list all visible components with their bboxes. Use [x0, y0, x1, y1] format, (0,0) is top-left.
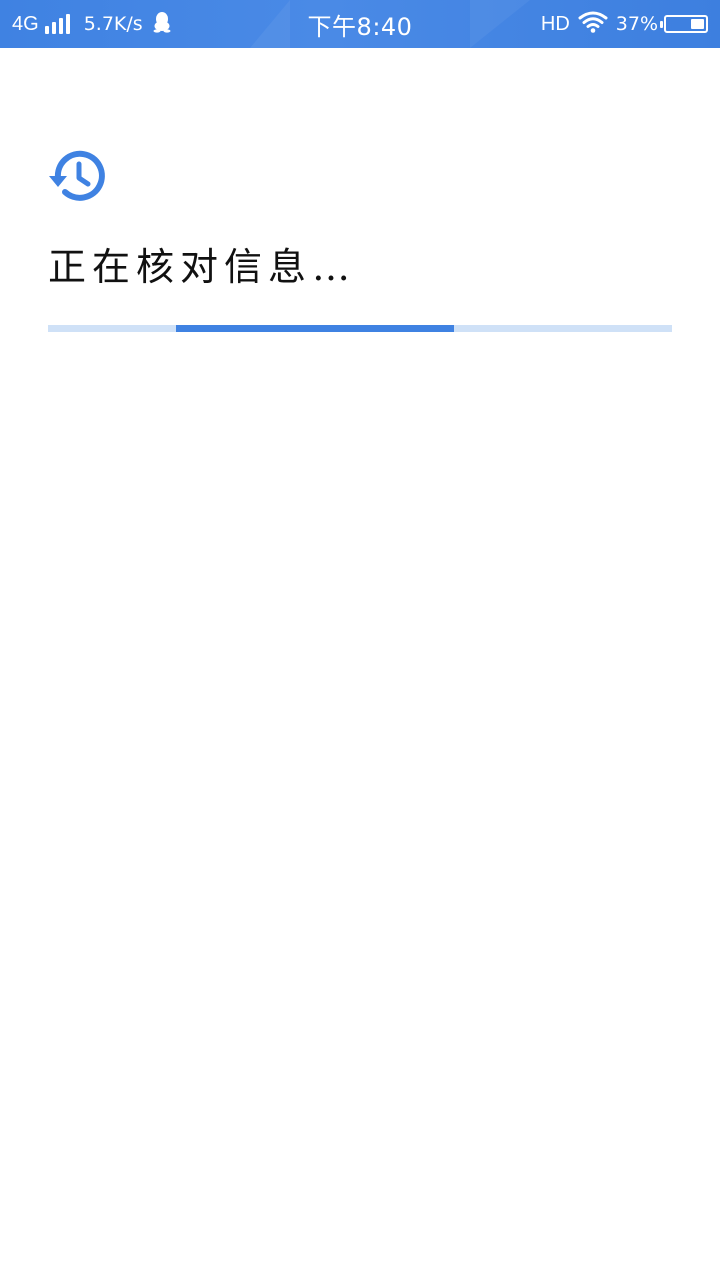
status-bar-right: HD 37% — [541, 0, 708, 48]
battery-tip — [660, 21, 663, 28]
clock: 下午8:40 — [307, 12, 413, 41]
status-bar-decor — [250, 0, 290, 48]
qq-penguin-icon — [153, 11, 171, 38]
battery-icon — [660, 15, 708, 33]
battery-level — [690, 19, 704, 29]
page-title: 正在核对信息… — [48, 245, 357, 289]
wifi-icon — [578, 11, 608, 38]
status-bar-left: 4G 5.7K/s — [12, 0, 171, 48]
status-bar: 4G 5.7K/s 下午8:40 HD 37% — [0, 0, 720, 48]
status-bar-decor — [470, 0, 530, 48]
history-icon — [48, 148, 110, 204]
hd-indicator: HD — [540, 12, 570, 35]
battery-percent: 37% — [615, 13, 658, 35]
signal-icon — [44, 14, 70, 34]
progress-bar — [48, 325, 672, 332]
progress-indicator — [175, 325, 454, 332]
network-speed: 5.7K/s — [83, 13, 143, 35]
network-type: 4G — [12, 12, 39, 35]
